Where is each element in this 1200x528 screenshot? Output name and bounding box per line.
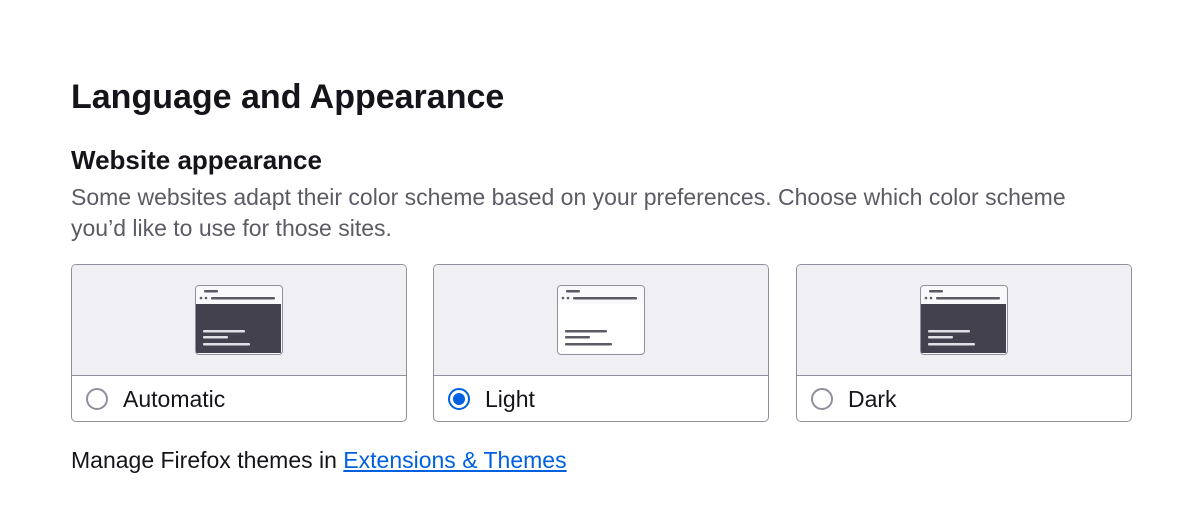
manage-themes-text: Manage Firefox themes in bbox=[71, 447, 344, 473]
light-preview-icon bbox=[557, 285, 645, 355]
automatic-label: Automatic bbox=[123, 385, 226, 412]
appearance-options: Automatic Light Dark bbox=[71, 264, 1133, 422]
dark-label: Dark bbox=[848, 385, 897, 412]
website-appearance-description: Some websites adapt their color scheme b… bbox=[71, 184, 1066, 241]
extensions-themes-link[interactable]: Extensions & Themes bbox=[343, 447, 566, 473]
website-appearance-heading: Website appearance bbox=[71, 145, 322, 175]
dark-radio[interactable] bbox=[811, 387, 833, 410]
appearance-option-light[interactable]: Light bbox=[433, 264, 769, 422]
appearance-option-automatic[interactable]: Automatic bbox=[71, 264, 407, 422]
appearance-preview-light bbox=[434, 265, 768, 376]
manage-themes-line: Manage Firefox themes in Extensions & Th… bbox=[71, 445, 567, 476]
automatic-radio[interactable] bbox=[86, 387, 108, 410]
appearance-preview-dark bbox=[797, 265, 1131, 376]
auto-preview-icon bbox=[195, 285, 283, 355]
light-radio[interactable] bbox=[448, 387, 470, 410]
appearance-preview-automatic bbox=[72, 265, 406, 376]
appearance-option-dark[interactable]: Dark bbox=[796, 264, 1132, 422]
light-label: Light bbox=[485, 385, 535, 412]
settings-page: Language and Appearance Website appearan… bbox=[0, 0, 1200, 528]
section-title: Language and Appearance bbox=[71, 78, 505, 116]
dark-preview-icon bbox=[920, 285, 1008, 355]
